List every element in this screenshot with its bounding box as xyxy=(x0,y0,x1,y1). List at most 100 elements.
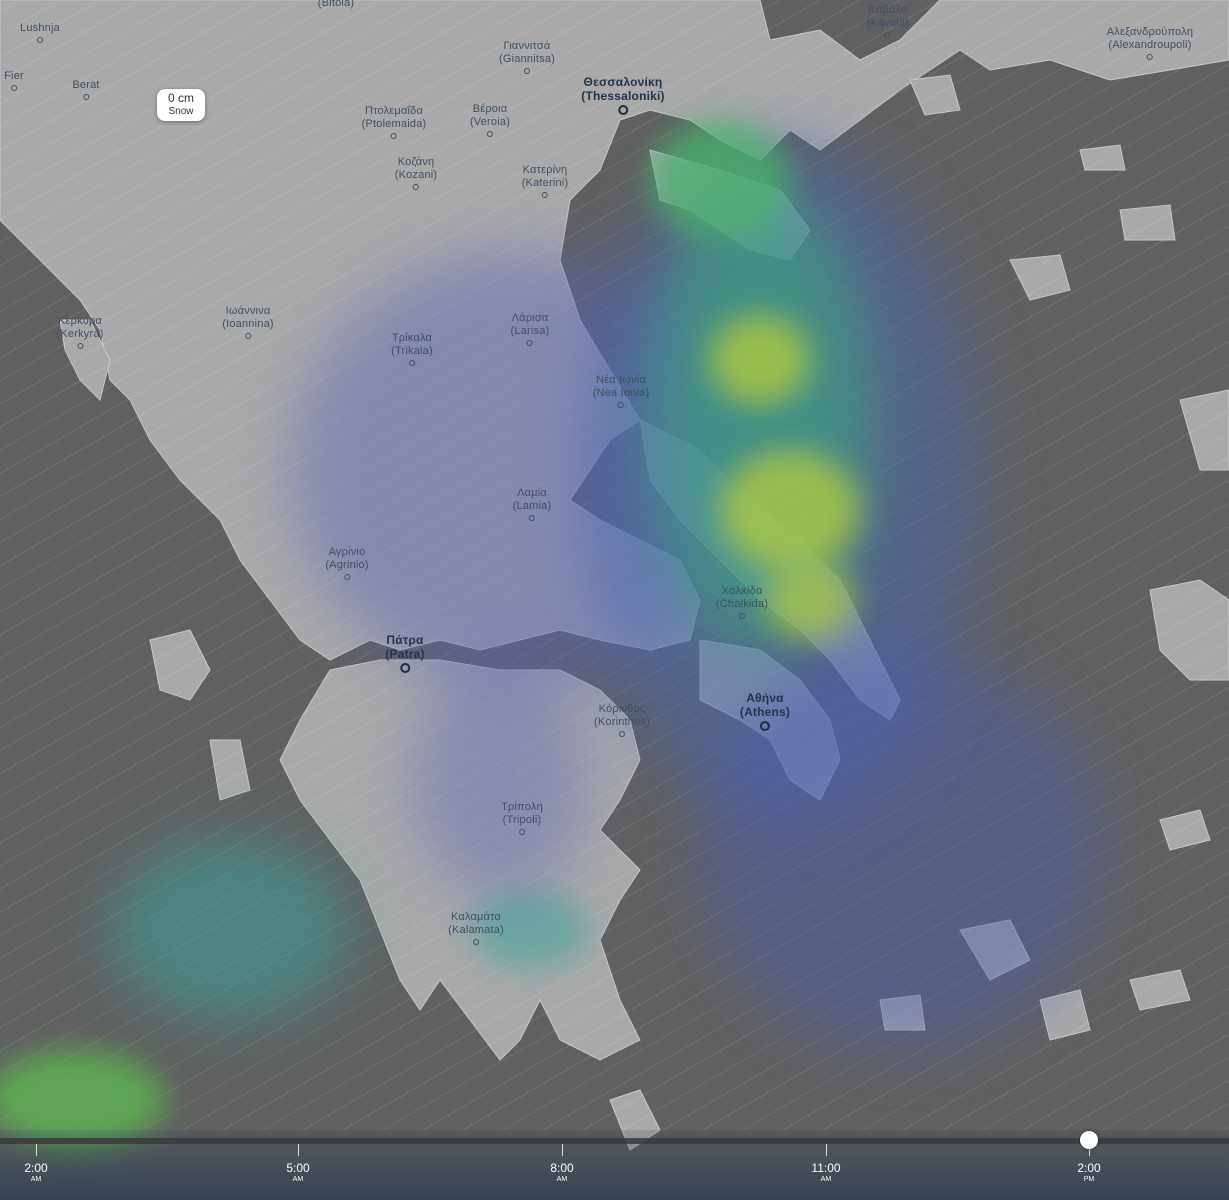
city-label: Πάτρα (Patra) xyxy=(385,633,425,661)
timeline-label[interactable]: 2:00 AM xyxy=(24,1162,47,1184)
city-giannitsa[interactable]: Γιαννιτσά (Giannitsa) xyxy=(499,40,555,74)
timeline-bar[interactable]: 2:00 AM 5:00 AM 8:00 AM 11:00 AM 2:00 PM xyxy=(0,1130,1229,1200)
city-marker xyxy=(472,939,479,945)
tooltip-value: 0 cm xyxy=(167,91,194,105)
city-label: Αγρίνιο (Agrinio) xyxy=(325,546,369,571)
ampm-text: PM xyxy=(1083,1176,1095,1183)
city-marker xyxy=(1146,54,1153,60)
city-marker xyxy=(244,333,251,339)
city-marker xyxy=(618,402,624,408)
city-thessaloniki[interactable]: Θεσσαλονίκη (Thessaloniki) xyxy=(581,75,665,115)
city-label: Κατερίνη (Katerini) xyxy=(521,164,569,189)
city-label: Καβάλα (Kavala) xyxy=(866,4,910,29)
city-trikala[interactable]: Τρίκαλα (Trikala) xyxy=(391,332,433,366)
city-label: Αλεξανδρούπολη (Alexandroupoli) xyxy=(1106,26,1194,51)
city-marker xyxy=(885,32,891,38)
city-marker xyxy=(519,829,525,835)
city-marker xyxy=(344,574,350,580)
city-bitola[interactable]: (Bitola) xyxy=(318,0,354,10)
city-label: Κοζάνη (Kozani) xyxy=(394,156,438,181)
city-label: Λάρισα (Larisa) xyxy=(510,312,550,337)
city-marker xyxy=(399,663,410,673)
ampm-text: AM xyxy=(556,1176,568,1183)
city-marker xyxy=(759,721,770,731)
city-nea-ionia[interactable]: Νέα Ιωνία (Nea Ionia) xyxy=(593,374,650,408)
city-marker xyxy=(11,85,17,91)
city-label: Χαλκίδα (Chalkida) xyxy=(715,585,769,610)
weather-map[interactable]: 0 cm Snow (Bitola) Καβάλα (Kavala) Αλεξα… xyxy=(0,0,1229,1200)
city-katerini[interactable]: Κατερίνη (Katerini) xyxy=(522,164,569,198)
time-text: 11:00 xyxy=(811,1161,841,1175)
city-label: Lushnja xyxy=(20,22,60,34)
city-label: Νέα Ιωνία (Nea Ionia) xyxy=(592,374,650,399)
city-kerkyra[interactable]: Κέρκυρα (Kerkyra) xyxy=(56,315,103,349)
city-kalamata[interactable]: Καλαμάτα (Kalamata) xyxy=(448,911,504,945)
timeline-label[interactable]: 8:00 AM xyxy=(550,1162,573,1184)
time-text: 2:00 xyxy=(1077,1161,1101,1175)
city-lushnja[interactable]: Lushnja xyxy=(20,22,60,43)
timeline-tick xyxy=(826,1144,827,1156)
city-marker xyxy=(487,131,493,137)
city-marker xyxy=(77,343,83,349)
timeline-label[interactable]: 2:00 PM xyxy=(1077,1162,1100,1184)
city-veroia[interactable]: Βέροια (Veroia) xyxy=(470,103,510,137)
timeline-track[interactable] xyxy=(0,1138,1229,1144)
city-marker xyxy=(524,68,530,74)
city-athens[interactable]: Αθήνα (Athens) xyxy=(740,691,790,731)
city-kozani[interactable]: Κοζάνη (Kozani) xyxy=(395,156,438,190)
ampm-text: AM xyxy=(292,1176,304,1183)
city-label: Θεσσαλονίκη (Thessaloniki) xyxy=(581,75,665,103)
city-fier[interactable]: Fier xyxy=(4,70,24,91)
ampm-text: AM xyxy=(820,1176,832,1183)
city-label: Τρίπολη (Tripoli) xyxy=(501,801,543,826)
city-label: (Bitola) xyxy=(317,0,355,9)
city-lamia[interactable]: Λαμία (Lamia) xyxy=(513,487,552,521)
city-label: Berat xyxy=(72,79,100,91)
city-label: Αθήνα (Athens) xyxy=(739,691,791,719)
city-label: Λαμία (Lamia) xyxy=(512,487,552,512)
city-marker xyxy=(619,731,625,737)
city-agrinio[interactable]: Αγρίνιο (Agrinio) xyxy=(325,546,368,580)
city-ioannina[interactable]: Ιωάννινα (Ioannina) xyxy=(222,305,274,339)
city-marker xyxy=(37,37,43,43)
city-marker xyxy=(526,340,533,346)
city-label: Κόρινθος (Korinthos) xyxy=(594,703,650,728)
city-chalkida[interactable]: Χαλκίδα (Chalkida) xyxy=(716,585,768,619)
city-marker xyxy=(413,184,419,190)
city-marker xyxy=(408,360,415,366)
tooltip-layer: Snow xyxy=(168,106,194,117)
city-label: Γιαννιτσά (Giannitsa) xyxy=(499,40,555,65)
city-korinthos[interactable]: Κόρινθος (Korinthos) xyxy=(594,703,650,737)
city-marker xyxy=(529,515,535,521)
city-marker xyxy=(617,105,628,115)
city-label: Fier xyxy=(4,70,24,82)
city-tripoli[interactable]: Τρίπολη (Tripoli) xyxy=(501,801,543,835)
city-alexandroupoli[interactable]: Αλεξανδρούπολη (Alexandroupoli) xyxy=(1107,26,1194,60)
city-label: Κέρκυρα (Kerkyra) xyxy=(56,315,104,340)
ampm-text: AM xyxy=(30,1176,42,1183)
timeline-tick xyxy=(298,1144,299,1156)
city-berat[interactable]: Berat xyxy=(72,79,99,100)
time-text: 5:00 xyxy=(286,1161,310,1175)
city-marker xyxy=(542,192,548,198)
city-marker xyxy=(738,613,745,619)
city-label: Καλαμάτα (Kalamata) xyxy=(448,911,504,936)
city-larisa[interactable]: Λάρισα (Larisa) xyxy=(511,312,550,346)
time-text: 2:00 xyxy=(24,1161,48,1175)
timeline-label[interactable]: 5:00 AM xyxy=(286,1162,309,1184)
timeline-tick xyxy=(562,1144,563,1156)
city-label: Ιωάννινα (Ioannina) xyxy=(222,305,274,330)
city-ptolemaida[interactable]: Πτολεμαΐδα (Ptolemaida) xyxy=(362,105,427,139)
timeline-handle[interactable] xyxy=(1080,1131,1098,1149)
city-patra[interactable]: Πάτρα (Patra) xyxy=(385,633,425,673)
timeline-label[interactable]: 11:00 AM xyxy=(811,1162,840,1184)
city-marker xyxy=(390,133,397,139)
city-label: Πτολεμαΐδα (Ptolemaida) xyxy=(361,105,427,130)
timeline-tick xyxy=(36,1144,37,1156)
city-marker xyxy=(82,94,89,100)
city-kavala[interactable]: Καβάλα (Kavala) xyxy=(867,4,910,38)
map-canvas xyxy=(0,0,1229,1200)
city-label: Βέροια (Veroia) xyxy=(469,103,511,128)
time-text: 8:00 xyxy=(550,1161,574,1175)
city-label: Τρίκαλα (Trikala) xyxy=(391,332,433,357)
